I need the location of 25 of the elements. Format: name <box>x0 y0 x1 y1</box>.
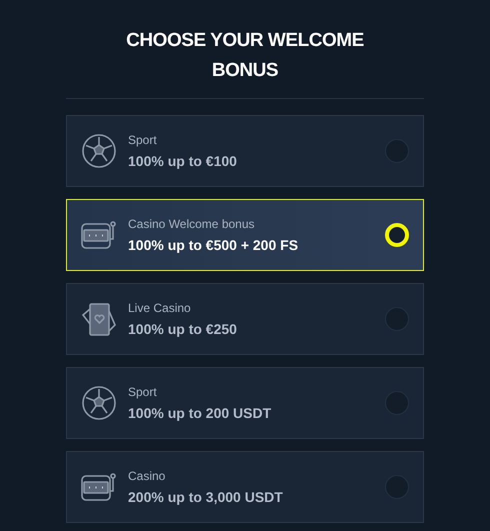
ball-icon <box>81 133 117 169</box>
slot-machine-icon <box>80 219 118 251</box>
ball-icon <box>81 385 117 421</box>
bonus-category: Casino Welcome bonus <box>128 216 256 232</box>
bonus-category: Sport <box>128 384 158 400</box>
bonus-offer: 100% up to €500 + 200 FS <box>128 236 300 254</box>
bonus-option[interactable]: Casino 200% up to 3,000 USDT <box>66 451 424 523</box>
radio-button[interactable] <box>385 391 409 415</box>
bonus-offer: 100% up to €250 <box>128 320 238 338</box>
radio-button[interactable] <box>385 475 409 499</box>
bonus-category: Sport <box>128 132 158 148</box>
bonus-offer: 200% up to 3,000 USDT <box>128 488 284 506</box>
radio-button[interactable] <box>385 307 409 331</box>
slot-machine-icon <box>80 471 118 503</box>
bonus-option[interactable]: Sport 100% up to €100 <box>66 115 424 187</box>
bonus-option[interactable]: Live Casino 100% up to €250 <box>66 283 424 355</box>
radio-button[interactable] <box>385 139 409 163</box>
bonus-category: Casino <box>128 468 166 484</box>
bonus-offer: 100% up to €100 <box>128 152 238 170</box>
bonus-option[interactable]: Sport 100% up to 200 USDT <box>66 367 424 439</box>
bonus-category: Live Casino <box>128 300 192 316</box>
bonus-offer: 100% up to 200 USDT <box>128 404 272 422</box>
playing-cards-icon <box>81 301 117 337</box>
bonus-option[interactable]: Casino Welcome bonus 100% up to €500 + 200 FS <box>66 199 424 271</box>
heading: CHOOSE YOUR WELCOME BONUS <box>125 29 365 83</box>
